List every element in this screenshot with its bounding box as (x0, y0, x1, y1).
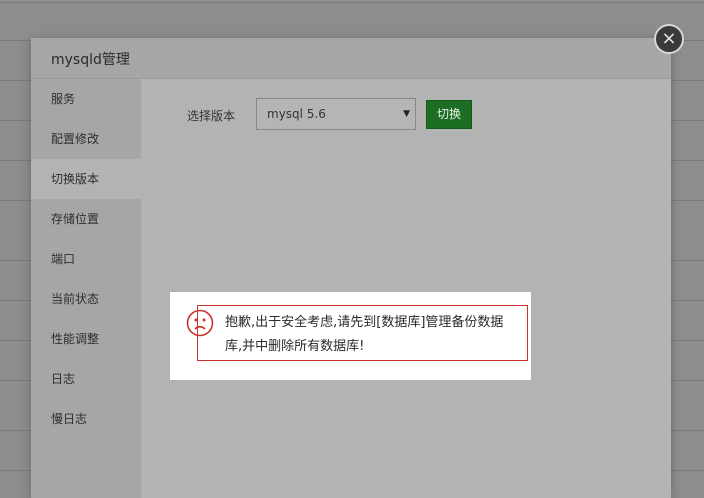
version-select-value: mysql 5.6 (267, 107, 326, 121)
sidebar: 服务 配置修改 切换版本 存储位置 端口 当前状态 性能调整 日志 慢日志 (31, 79, 141, 498)
sidebar-item-storage[interactable]: 存储位置 (31, 199, 141, 239)
error-toast: 抱歉,出于安全考虑,请先到[数据库]管理备份数据库,并中删除所有数据库! (170, 292, 531, 380)
sidebar-item-performance[interactable]: 性能调整 (31, 319, 141, 359)
sidebar-item-port[interactable]: 端口 (31, 239, 141, 279)
sidebar-item-status[interactable]: 当前状态 (31, 279, 141, 319)
background-row-divider (0, 2, 704, 3)
sidebar-item-config[interactable]: 配置修改 (31, 119, 141, 159)
version-label: 选择版本 (187, 109, 236, 123)
sidebar-item-switch-version[interactable]: 切换版本 (31, 159, 141, 199)
mysqld-manager-dialog: mysqld管理 服务 配置修改 切换版本 存储位置 端口 当前状态 性能调整 … (31, 38, 671, 498)
switch-version-button[interactable]: 切换 (426, 100, 472, 129)
chevron-down-icon: ▼ (403, 109, 410, 119)
version-select[interactable]: mysql 5.6 ▼ (256, 98, 416, 130)
close-icon[interactable]: × (654, 24, 684, 54)
sidebar-item-log[interactable]: 日志 (31, 359, 141, 399)
dialog-header: mysqld管理 (31, 38, 671, 79)
toast-message: 抱歉,出于安全考虑,请先到[数据库]管理备份数据库,并中删除所有数据库! (225, 315, 504, 354)
sidebar-item-slow-log[interactable]: 慢日志 (31, 399, 141, 439)
version-panel: 选择版本 mysql 5.6 ▼ 切换 (141, 79, 671, 498)
sidebar-item-service[interactable]: 服务 (31, 79, 141, 119)
dialog-title: mysqld管理 (51, 52, 130, 68)
sad-face-icon (186, 309, 214, 337)
